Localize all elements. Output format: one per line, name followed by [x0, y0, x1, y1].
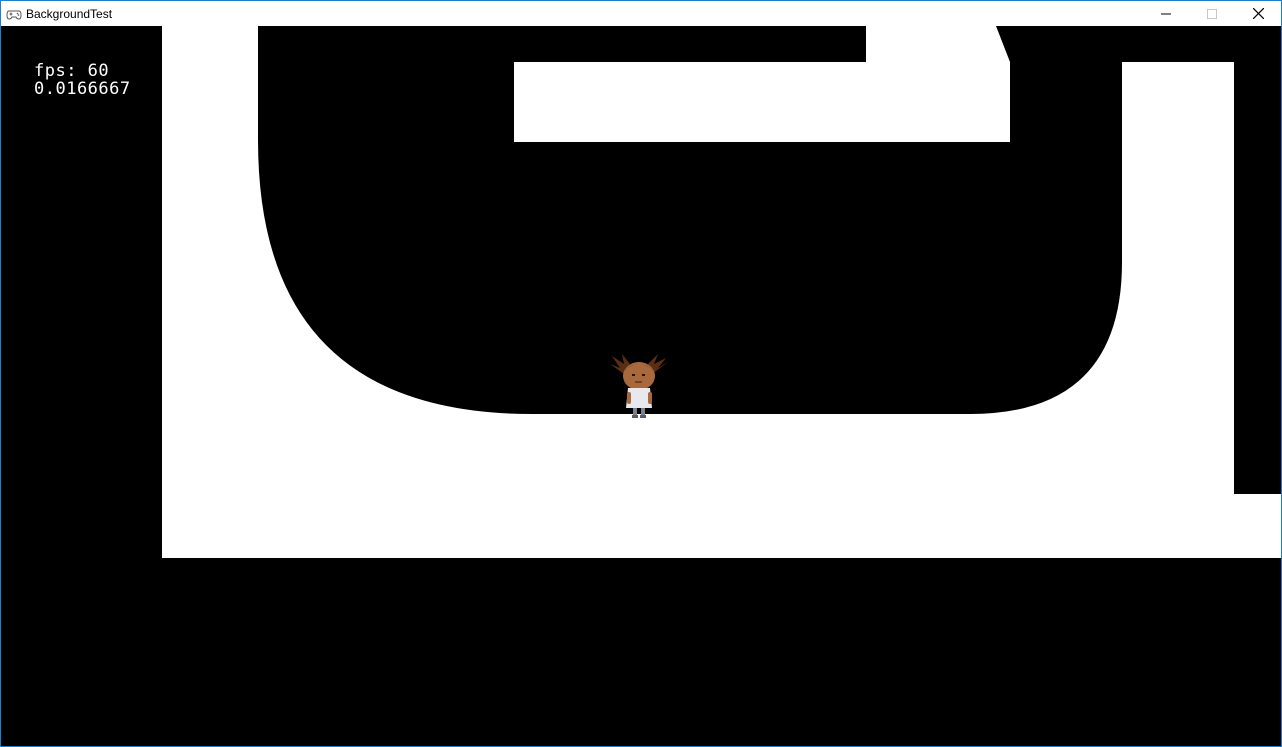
title-bar[interactable]: BackgroundTest: [1, 1, 1281, 26]
fps-counter: fps: 60: [34, 61, 110, 81]
top-notch: [866, 26, 1010, 62]
gamepad-icon: [6, 6, 22, 22]
minimize-icon: [1161, 13, 1171, 14]
game-viewport[interactable]: fps: 60 0.0166667: [1, 26, 1281, 746]
player-character: [608, 352, 670, 420]
window-title: BackgroundTest: [26, 6, 113, 21]
game-window: BackgroundTest fps: 60 0.0166667: [0, 0, 1282, 747]
right-wall: [1234, 26, 1281, 494]
close-button[interactable]: [1235, 1, 1281, 26]
minimize-button[interactable]: [1143, 1, 1189, 26]
close-icon: [1252, 8, 1264, 19]
inner-ledge: [514, 62, 1010, 142]
right-corridor: [1122, 62, 1234, 558]
maximize-button[interactable]: [1189, 1, 1235, 26]
frame-time: 0.0166667: [34, 79, 131, 99]
debug-hud: fps: 60 0.0166667: [34, 62, 131, 98]
caption-buttons: [1143, 1, 1281, 26]
maximize-icon: [1207, 8, 1217, 19]
